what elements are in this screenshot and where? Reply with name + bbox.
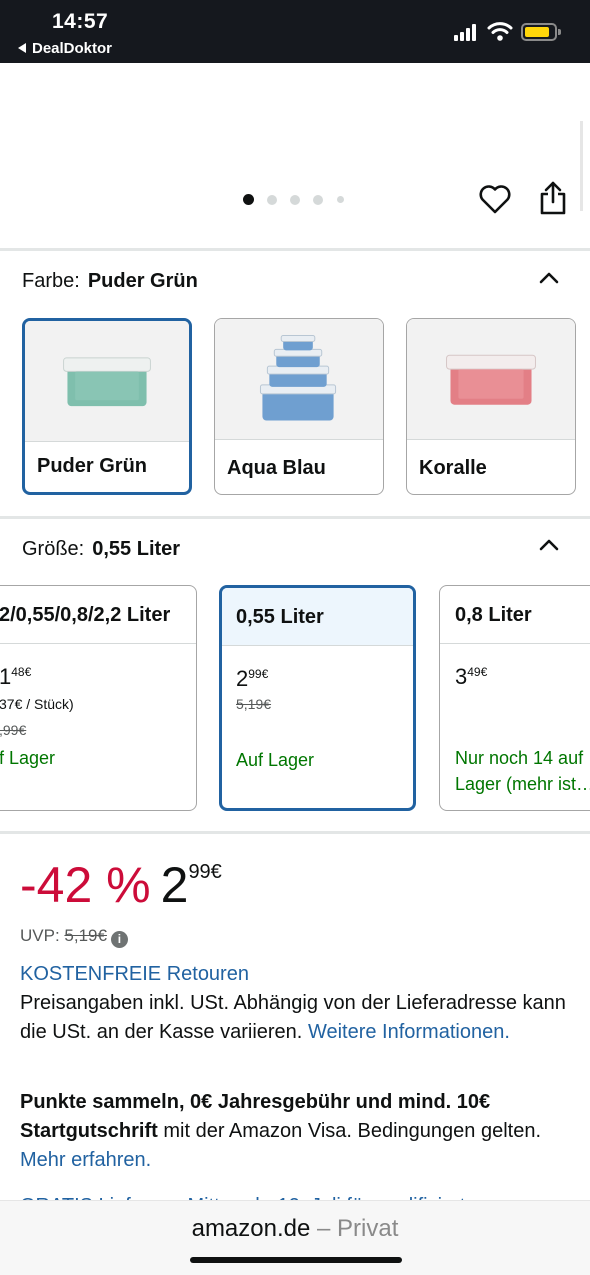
next-image-peek	[580, 121, 583, 211]
color-option-aqua-blau[interactable]: Aqua Blau	[214, 318, 384, 495]
size-option-title: 2/0,55/0,8/2,2 Liter	[0, 604, 171, 626]
price-row: -42 % 299€	[20, 856, 222, 914]
product-thumbnail	[25, 321, 189, 441]
url-domain: amazon.de	[191, 1215, 311, 1242]
size-option-title: 0,55 Liter	[236, 606, 324, 628]
size-option-price: 299€	[236, 666, 269, 691]
carousel-dot[interactable]	[313, 195, 323, 205]
uvp-value: 5,19€	[64, 926, 107, 945]
info-icon[interactable]: i	[110, 931, 128, 948]
discount-percentage: -42 %	[20, 857, 151, 913]
chevron-up-icon[interactable]	[538, 270, 560, 284]
product-thumbnail	[407, 319, 575, 439]
status-time: 14:57	[52, 10, 109, 33]
section-divider	[0, 516, 590, 519]
status-bar: 14:57 DealDoktor	[0, 0, 590, 63]
back-arrow-icon	[18, 43, 26, 53]
size-option-set[interactable]: 2/0,55/0,8/2,2 Liter 148€ 37€ / Stück) ,…	[0, 585, 197, 811]
share-icon[interactable]	[537, 180, 569, 216]
size-label: Größe:	[22, 538, 85, 560]
color-option-koralle[interactable]: Koralle	[406, 318, 576, 495]
wifi-icon	[487, 22, 513, 41]
address-bar[interactable]: amazon.de – Privat	[0, 1215, 590, 1243]
heart-icon[interactable]	[478, 183, 512, 215]
cellular-signal-icon	[454, 24, 480, 41]
section-divider	[0, 831, 590, 834]
back-to-app-link[interactable]: DealDoktor	[18, 40, 112, 57]
section-divider	[0, 248, 590, 251]
color-option-label: Aqua Blau	[227, 457, 326, 479]
color-option-label: Koralle	[419, 457, 487, 479]
size-option-stock: Auf Lager	[236, 750, 315, 770]
size-header: Größe: 0,55 Liter	[22, 538, 180, 561]
visa-promo: Punkte sammeln, 0€ Jahresgebühr und mind…	[20, 1088, 575, 1175]
browser-bottom-bar: amazon.de – Privat	[0, 1200, 590, 1275]
size-option-stock: Nur noch 14 auf Lager (mehr ist…	[455, 748, 590, 794]
carousel-dot[interactable]	[267, 195, 277, 205]
url-separator: –	[317, 1215, 331, 1242]
uvp-price: UVP: 5,19€ i	[20, 926, 128, 948]
free-returns-link[interactable]: KOSTENFREIE Retouren	[20, 963, 249, 985]
returns-info: KOSTENFREIE Retouren Preisangaben inkl. …	[20, 960, 575, 1047]
color-option-label: Puder Grün	[37, 455, 148, 477]
current-price: 299€	[160, 857, 222, 913]
more-info-link[interactable]: Weitere Informationen.	[308, 1021, 510, 1043]
size-option-price: 349€	[455, 664, 488, 689]
carousel-dot[interactable]	[243, 194, 254, 205]
size-option-title: 0,8 Liter	[455, 604, 532, 626]
chevron-up-icon[interactable]	[538, 537, 560, 551]
color-selected-value: Puder Grün	[87, 270, 198, 292]
color-header: Farbe: Puder Grün	[22, 270, 198, 293]
back-app-label: DealDoktor	[32, 40, 113, 57]
size-option-stock: f Lager	[0, 748, 56, 768]
color-label: Farbe:	[22, 270, 80, 292]
size-option-price: 148€	[0, 664, 32, 689]
product-thumbnail	[215, 319, 383, 439]
visa-promo-text: mit der Amazon Visa. Bedingungen gelten.	[163, 1120, 542, 1142]
color-option-puder-gruen[interactable]: Puder Grün	[22, 318, 192, 495]
home-indicator[interactable]	[190, 1257, 402, 1263]
size-option-0-55[interactable]: 0,55 Liter 299€ 5,19€ Auf Lager	[219, 585, 416, 811]
size-option-unit-price: 37€ / Stück)	[0, 696, 74, 712]
size-option-old-price: 5,19€	[236, 696, 272, 712]
battery-icon	[521, 23, 561, 41]
size-option-old-price: ,99€	[0, 722, 27, 738]
private-mode-label: Privat	[337, 1215, 399, 1242]
product-image-carousel[interactable]	[0, 63, 590, 248]
size-option-0-8[interactable]: 0,8 Liter 349€ Nur noch 14 auf Lager (meh…	[439, 585, 590, 811]
carousel-dot[interactable]	[337, 196, 344, 203]
carousel-dot[interactable]	[290, 195, 300, 205]
size-selected-value: 0,55 Liter	[92, 538, 181, 560]
learn-more-link[interactable]: Mehr erfahren.	[20, 1149, 151, 1171]
